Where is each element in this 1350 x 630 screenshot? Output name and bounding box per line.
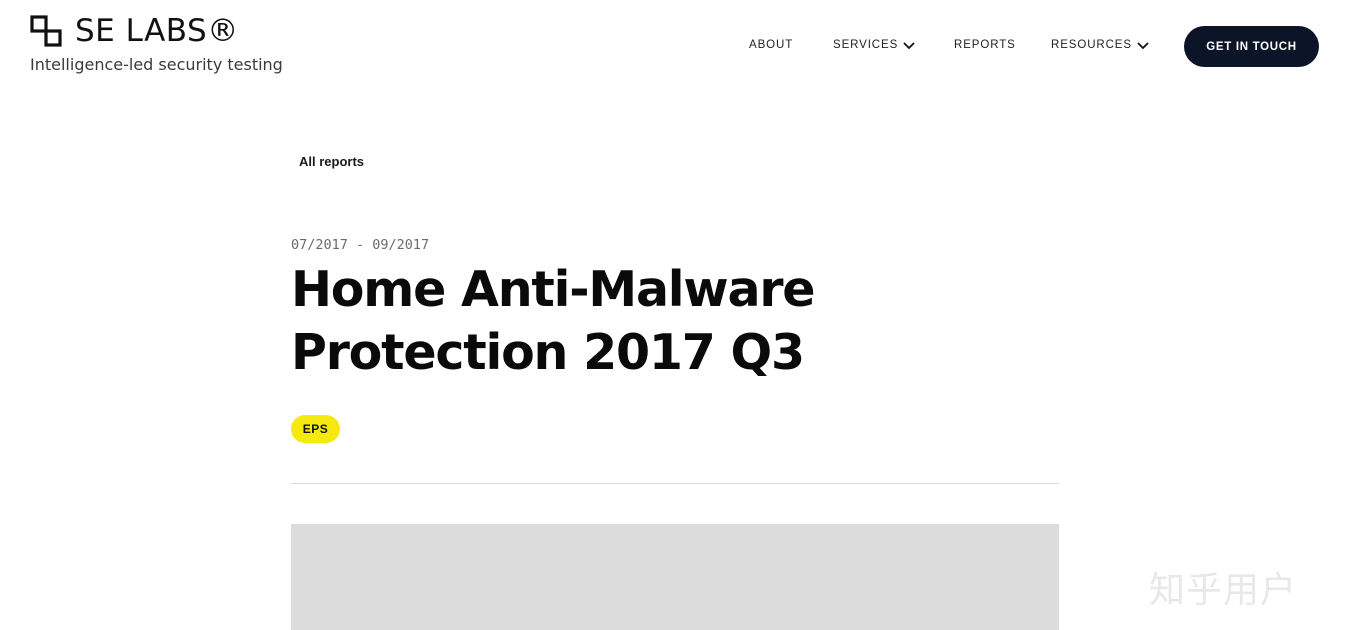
se-labs-logo-icon bbox=[30, 15, 62, 47]
report-tag-badge[interactable]: EPS bbox=[291, 415, 340, 443]
get-in-touch-button[interactable]: GET IN TOUCH bbox=[1184, 26, 1319, 67]
logo-text: SE LABS® bbox=[75, 13, 239, 49]
page: SE LABS® Intelligence-led security testi… bbox=[0, 0, 1350, 630]
get-in-touch-label: GET IN TOUCH bbox=[1206, 40, 1297, 53]
report-cover-image bbox=[291, 524, 1059, 630]
nav-resources-label: RESOURCES bbox=[1051, 39, 1132, 51]
nav-reports-label: REPORTS bbox=[954, 39, 1016, 51]
page-title: Home Anti-Malware Protection 2017 Q3 bbox=[291, 261, 816, 381]
nav-resources[interactable]: RESOURCES bbox=[1051, 39, 1149, 51]
site-logo[interactable]: SE LABS® bbox=[30, 14, 239, 48]
site-tagline: Intelligence-led security testing bbox=[30, 55, 283, 74]
report-tag-label: EPS bbox=[302, 422, 329, 436]
nav-about-label: ABOUT bbox=[749, 39, 794, 51]
nav-about[interactable]: ABOUT bbox=[749, 39, 793, 51]
nav-services-label: SERVICES bbox=[833, 39, 899, 51]
chevron-down-icon bbox=[1137, 41, 1149, 49]
chevron-down-icon bbox=[903, 41, 915, 49]
divider bbox=[291, 483, 1059, 484]
nav-reports[interactable]: REPORTS bbox=[954, 39, 1016, 51]
all-reports-link[interactable]: All reports bbox=[299, 154, 364, 169]
watermark: 知乎用户 bbox=[1149, 570, 1298, 611]
nav-services[interactable]: SERVICES bbox=[833, 39, 915, 51]
report-date-range: 07/2017 - 09/2017 bbox=[291, 237, 430, 253]
